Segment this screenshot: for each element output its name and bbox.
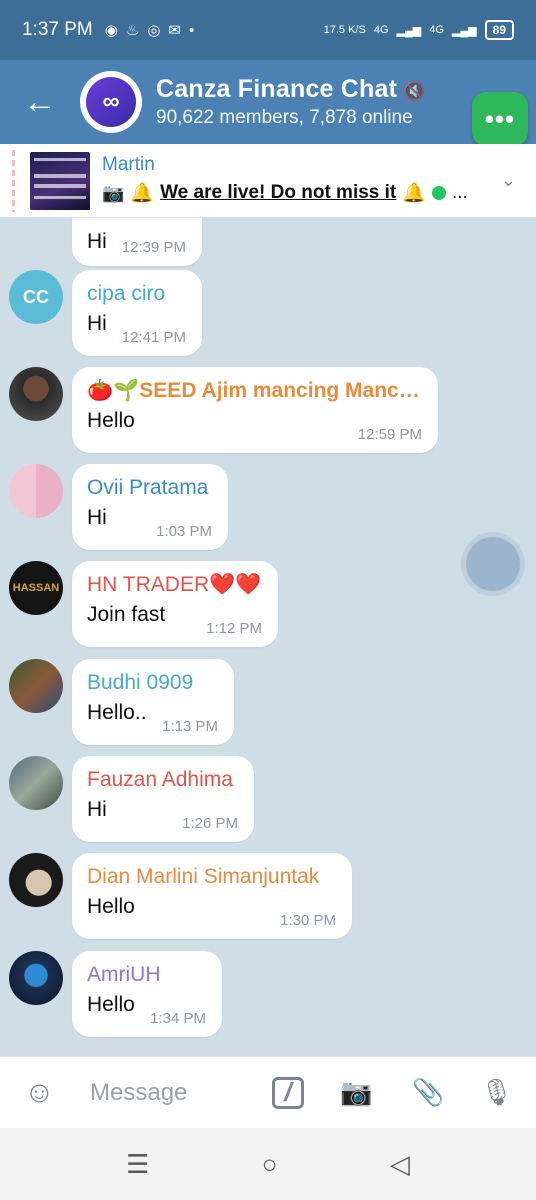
message-time: 1:26 PM [182,815,238,832]
bell-icon: 🔔 [402,183,426,204]
camera-icon: 📷 [102,182,125,203]
message-time: 1:12 PM [206,620,262,637]
battery-icon: 89 [484,20,514,40]
avatar[interactable] [9,464,63,518]
sender-name[interactable]: cipa ciro [87,282,186,306]
status-time: 1:37 PM [22,19,93,40]
net-type-1: 4G [373,24,389,36]
message-bubble[interactable]: AmriUH Hello 1:34 PM [72,951,222,1037]
avatar[interactable]: CC [9,270,63,324]
muted-icon: 🔇 [403,81,426,101]
message-time: 12:59 PM [357,426,422,443]
chat-avatar[interactable]: ∞ [80,71,142,133]
attach-icon[interactable]: 📎 [412,1077,444,1108]
message-bubble[interactable]: 🍅🌱SEED Ajim mancing Manci… Hello 12:59 P… [72,367,438,453]
home-icon[interactable]: ○ [262,1149,278,1180]
message-time: 12:39 PM [121,239,186,256]
message-input[interactable]: Message [90,1079,187,1107]
system-icons: 17.5 K/S 4G ▂▄▆ 4G ▂▄▆ 89 [324,20,514,40]
pinned-thumbnail [30,152,90,210]
avatar[interactable] [9,367,63,421]
sender-name[interactable]: Fauzan Adhima [87,768,238,792]
message-bubble[interactable]: Ovii Pratama Hi 1:03 PM [72,464,228,550]
chevron-down-icon[interactable]: ⌄ [501,170,516,191]
pinned-sender: Martin [102,154,155,175]
emoji-icon[interactable]: ☺ [24,1076,55,1110]
arrow-left-icon[interactable]: ← [0,85,80,119]
signal-icon: ▂▄▆ [396,24,422,37]
message-time: 12:41 PM [121,329,186,346]
pinned-message[interactable]: Martin 📷 🔔 We are live! Do not miss it 🔔… [0,144,536,218]
system-nav-bar: ☰ ○ ◁ [0,1128,536,1200]
message-bubble[interactable]: Budhi 0909 Hello.. 1:13 PM [72,659,234,745]
fire-icon: ♨ [125,22,140,39]
chat-header: ← ∞ Canza Finance Chat 🔇 90,622 members, … [0,60,536,144]
message-input-bar: ☺ Message / 📷 📎 🎙 [0,1056,536,1128]
sender-name[interactable]: Budhi 0909 [87,671,218,695]
net-speed: 17.5 K/S [323,24,366,36]
sender-name[interactable]: Ovii Pratama [87,476,212,500]
live-dot-icon [431,186,446,200]
avatar[interactable] [9,659,63,713]
mail-icon: ✉ [168,22,181,39]
dot-icon: • [188,21,195,39]
camera-icon[interactable]: 📷 [340,1077,372,1108]
signal-icon-2: ▂▄▆ [451,24,477,37]
back-icon[interactable]: ◁ [390,1149,410,1180]
whatsapp-icon: ◉ [104,22,118,39]
message-bubble[interactable]: Hi 12:39 PM [72,218,202,266]
floating-menu-button[interactable]: ••• [472,92,528,146]
pinned-text: We are live! Do not miss it [160,182,397,203]
message-bubble[interactable]: Dian Marlini Simanjuntak Hello 1:30 PM [72,853,352,939]
message-bubble[interactable]: Fauzan Adhima Hi 1:26 PM [72,756,254,842]
message-bubble[interactable]: cipa ciro Hi 12:41 PM [72,270,202,356]
pinned-indicator [12,150,15,212]
sender-name[interactable]: Dian Marlini Simanjuntak [87,865,336,889]
status-bar: 1:37 PM ◉ ♨ ◎ ✉ • 17.5 K/S 4G ▂▄▆ 4G ▂▄▆… [0,0,536,60]
message-bubble[interactable]: HN TRADER❤️❤️ Join fast 1:12 PM [72,561,278,647]
avatar[interactable]: HASSAN [9,561,63,615]
floating-scroll-button[interactable] [466,537,520,591]
notification-icons: ◉ ♨ ◎ ✉ • [104,21,195,40]
sender-name[interactable]: 🍅🌱SEED Ajim mancing Manci… [87,379,422,403]
canza-logo-icon: ∞ [86,77,136,127]
net-type-2: 4G [429,24,444,36]
microphone-icon[interactable]: 🎙 [480,1077,513,1108]
chat-title: Canza Finance Chat [156,75,398,103]
ellipsis-text: ... [451,182,468,203]
message-time: 1:34 PM [150,1010,206,1027]
bell-icon: 🔔 [130,183,155,204]
sender-name[interactable]: HN TRADER❤️❤️ [87,573,262,597]
bot-commands-icon[interactable]: / [272,1076,304,1109]
instagram-icon: ◎ [147,22,161,39]
message-time: 1:13 PM [162,718,218,735]
avatar[interactable] [9,756,63,810]
recent-apps-icon[interactable]: ☰ [126,1149,149,1180]
sender-name[interactable]: AmriUH [87,963,206,987]
message-list[interactable]: Hi 12:39 PM CC cipa ciro Hi 12:41 PM 🍅🌱S… [0,218,536,1058]
message-time: 1:30 PM [280,912,336,929]
avatar[interactable] [9,951,63,1005]
avatar[interactable] [9,853,63,907]
message-time: 1:03 PM [156,523,212,540]
